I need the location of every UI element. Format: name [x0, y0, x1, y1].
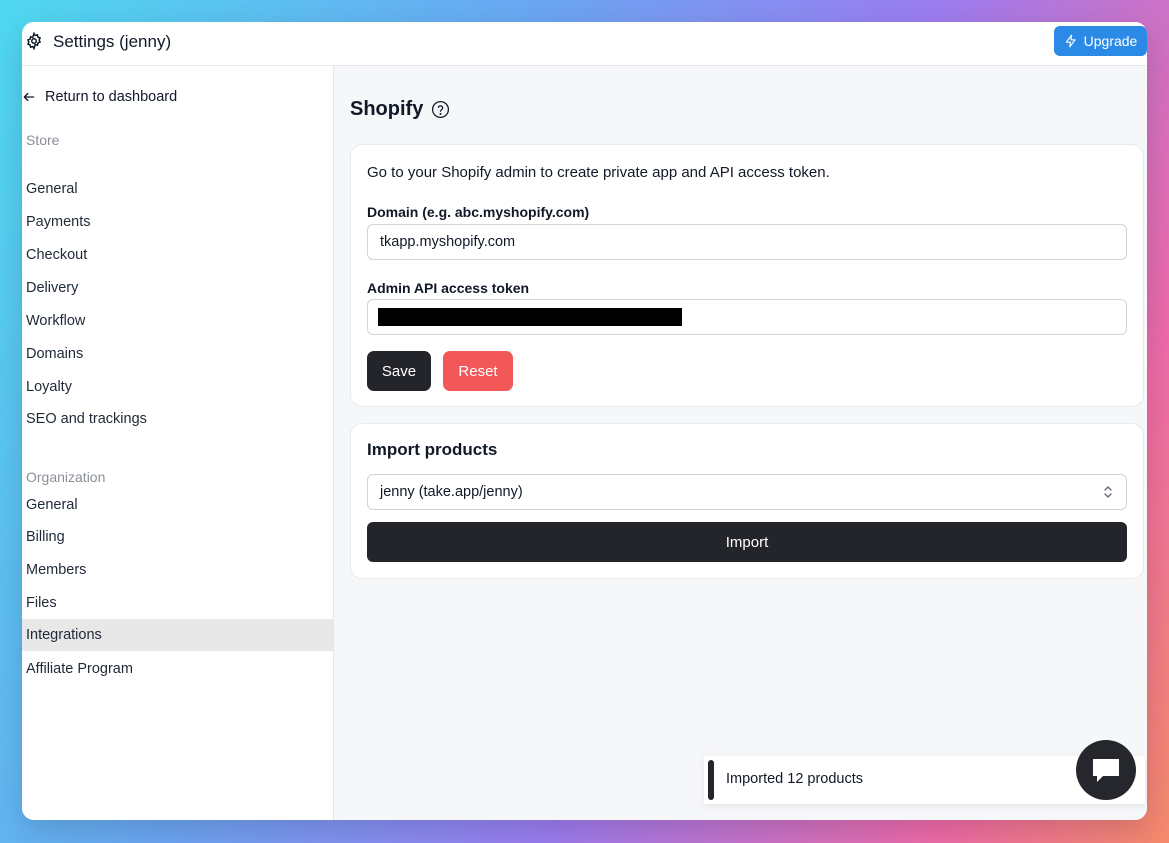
toast-message: Imported 12 products: [726, 771, 864, 787]
chat-bubble-icon: [1093, 759, 1119, 782]
shopify-credentials-card: Go to your Shopify admin to create priva…: [350, 144, 1144, 407]
token-redaction: [378, 308, 682, 326]
sidebar-item-affiliate-program[interactable]: Affiliate Program: [22, 653, 333, 685]
store-section-label: Store: [26, 132, 60, 148]
sidebar-item-checkout[interactable]: Checkout: [22, 239, 333, 271]
reset-button[interactable]: Reset: [443, 351, 513, 391]
organization-section-label: Organization: [26, 469, 106, 485]
sidebar-item-files[interactable]: Files: [22, 587, 333, 619]
sidebar-item-store-general[interactable]: General: [22, 173, 333, 205]
chat-launcher-button[interactable]: [1076, 740, 1136, 800]
page-title: Shopify: [350, 98, 450, 121]
sidebar-item-members[interactable]: Members: [22, 554, 333, 586]
sidebar-item-org-general[interactable]: General: [22, 489, 333, 521]
settings-sidebar: Return to dashboard Store General Paymen…: [22, 66, 334, 820]
return-label: Return to dashboard: [45, 89, 178, 105]
arrow-left-icon: [23, 92, 35, 102]
window-title: Settings (jenny): [53, 32, 172, 51]
sidebar-item-seo-and-trackings[interactable]: SEO and trackings: [22, 403, 333, 435]
gear-icon: [26, 32, 42, 50]
token-input[interactable]: [367, 299, 1127, 335]
import-products-card: Import products jenny (take.app/jenny) I…: [350, 423, 1144, 579]
sidebar-item-loyalty[interactable]: Loyalty: [22, 371, 333, 403]
sidebar-item-workflow[interactable]: Workflow: [22, 305, 333, 337]
import-button[interactable]: Import: [367, 522, 1127, 562]
sidebar-item-domains[interactable]: Domains: [22, 338, 333, 370]
lightning-icon: [1065, 34, 1076, 48]
main-content: Shopify Go to your Shopify admin to crea…: [334, 66, 1147, 820]
toast-accent-bar: [708, 760, 714, 800]
chevron-up-down-icon: [1104, 486, 1112, 498]
return-to-dashboard-link[interactable]: Return to dashboard: [22, 86, 177, 108]
save-button[interactable]: Save: [367, 351, 431, 391]
token-label: Admin API access token: [367, 280, 530, 296]
sidebar-item-payments[interactable]: Payments: [22, 206, 333, 238]
domain-input[interactable]: tkapp.myshopify.com: [367, 224, 1127, 260]
domain-label: Domain (e.g. abc.myshopify.com): [367, 204, 590, 220]
sidebar-item-billing[interactable]: Billing: [22, 521, 333, 553]
store-select[interactable]: jenny (take.app/jenny): [367, 474, 1127, 510]
sidebar-item-integrations[interactable]: Integrations: [22, 619, 333, 651]
upgrade-label: Upgrade: [1083, 33, 1138, 49]
page-title-text: Shopify: [350, 98, 424, 120]
question-circle-icon[interactable]: [431, 100, 450, 119]
import-products-title: Import products: [367, 440, 498, 459]
sidebar-item-delivery[interactable]: Delivery: [22, 272, 333, 304]
upgrade-button[interactable]: Upgrade: [1054, 26, 1147, 56]
settings-window: Settings (jenny) Upgrade Return to dashb…: [22, 22, 1147, 820]
title-bar: Settings (jenny) Upgrade: [22, 22, 1147, 66]
shopify-intro-text: Go to your Shopify admin to create priva…: [367, 164, 830, 181]
store-select-value: jenny (take.app/jenny): [380, 484, 523, 500]
